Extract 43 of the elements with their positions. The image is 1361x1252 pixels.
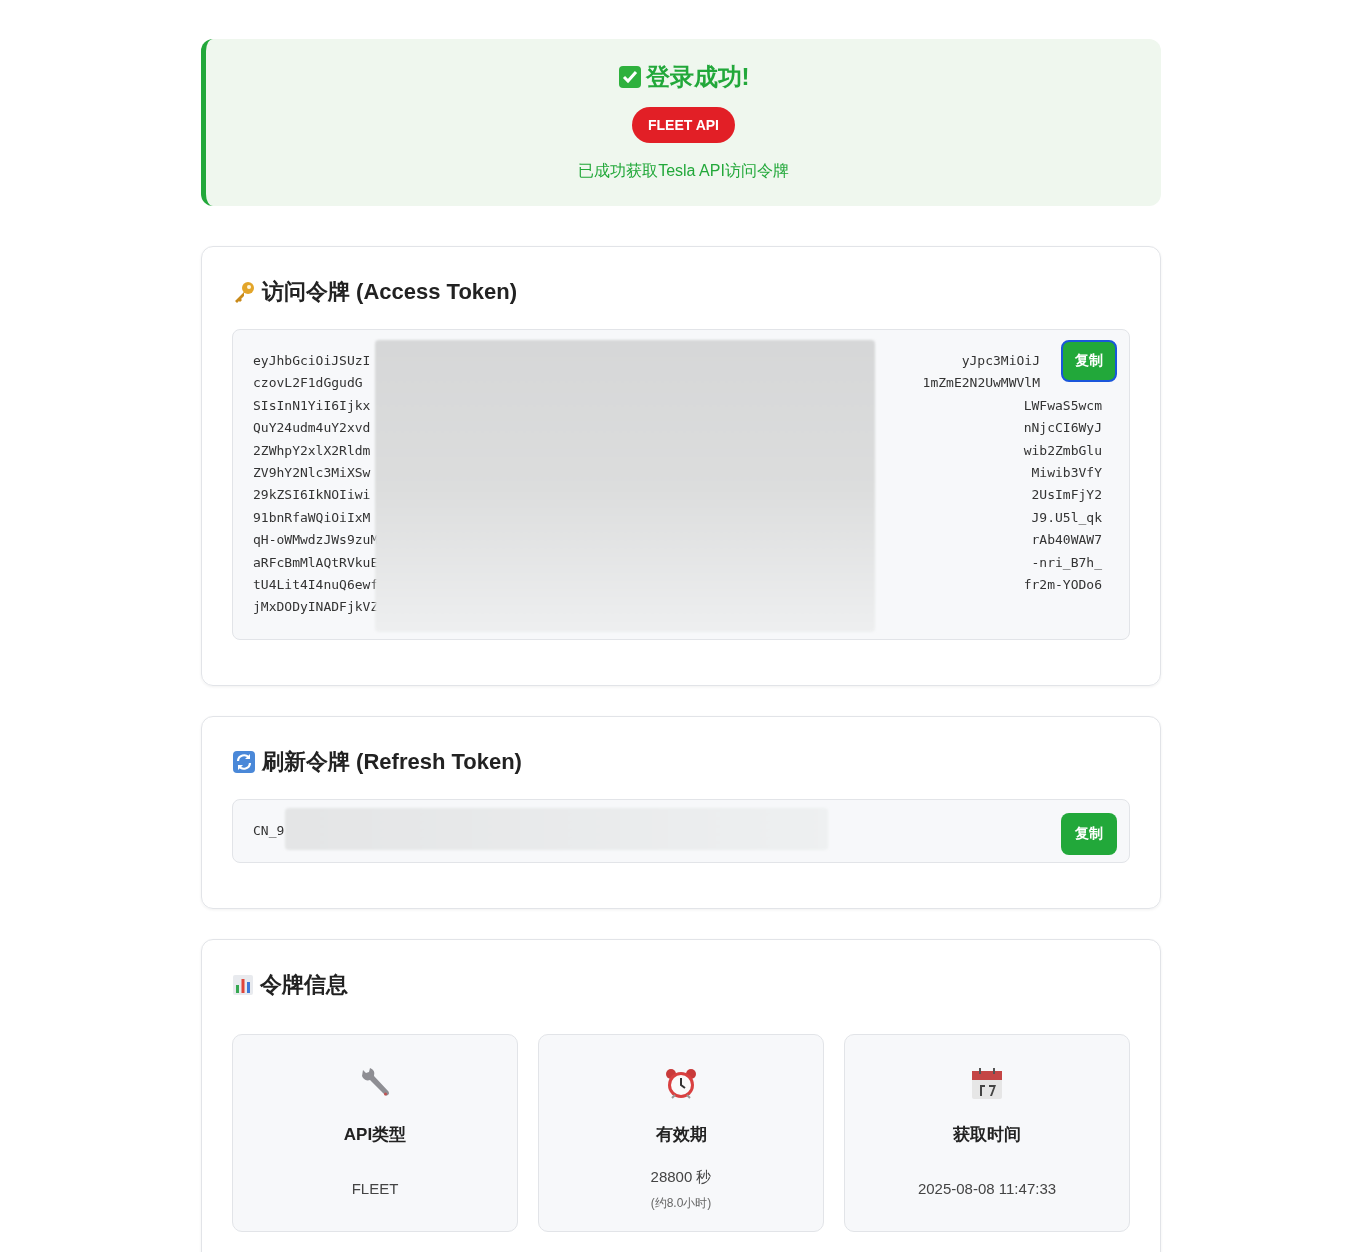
token-text: tU4Lit4I4nuQ6ewf	[253, 575, 379, 594]
refresh-icon	[232, 749, 256, 774]
token-text: ZV9hY2Nlc3MiXSw	[253, 463, 371, 482]
section-title: 令牌信息	[260, 971, 348, 1000]
token-text: yJpc3MiOiJ	[961, 352, 1040, 370]
info-value: 2025-08-08 11:47:33	[917, 1180, 1057, 1198]
check-icon	[617, 65, 642, 89]
token-text: -nri_B7h_	[1031, 553, 1102, 572]
info-label: 获取时间	[953, 1124, 1021, 1147]
token-text: SIsInN1YiI6Ijkx	[253, 396, 371, 415]
info-label: API类型	[343, 1124, 407, 1147]
token-text: 29kZSI6IkNOIiwi	[253, 486, 371, 505]
token-text: czovL2F1dGgudG	[253, 374, 363, 393]
token-text: J9.U5l_qk	[1031, 508, 1102, 527]
calendar-icon	[970, 1067, 1004, 1102]
token-text: aRFcBmMlAQtRVkuE	[253, 553, 379, 572]
token-text: wib2ZmbGlu	[1023, 441, 1102, 460]
token-text: rAb40WAW7	[1031, 531, 1102, 550]
api-badge: FLEET API	[631, 107, 735, 143]
token-text: Miwib3VfY	[1031, 463, 1102, 482]
token-text: 1mZmE2N2UwMWVlM	[922, 374, 1040, 393]
token-text: eyJhbGciOiJSUzI	[253, 352, 371, 370]
copy-button[interactable]: 复制	[1061, 812, 1117, 855]
token-text: qH-oWMwdzJWs9zuM	[253, 531, 379, 550]
token-text: 2ZWhpY2xlX2Rldm	[253, 441, 371, 460]
success-message: 已成功获取Tesla API访问令牌	[578, 161, 789, 181]
token-text: nNjcCI6WyJ	[1023, 419, 1102, 438]
token-text: 91bnRfaWQiOiIxM	[253, 508, 371, 527]
info-label: 有效期	[655, 1124, 707, 1147]
banner-title-text: 登录成功!	[645, 62, 750, 92]
copy-button[interactable]: 复制	[1061, 340, 1117, 382]
token-text: fr2m-YODo6	[1023, 575, 1102, 594]
token-text: 2UsImFjY2	[1031, 486, 1102, 505]
section-title: 刷新令牌 (Refresh Token)	[262, 747, 522, 776]
info-value: FLEET	[351, 1180, 399, 1198]
info-note: (约8.0小时)	[650, 1195, 712, 1213]
token-text: CN_9	[253, 821, 285, 840]
token-text: jMxDODyINADFjkVZ	[253, 598, 379, 617]
section-title: 访问令牌 (Access Token)	[262, 278, 518, 306]
token-text: QuY24udm4uY2xvd	[253, 419, 371, 438]
token-text: LWFwaS5wcm	[1023, 396, 1102, 415]
bar-chart-icon	[232, 974, 254, 997]
info-value: 28800 秒	[650, 1168, 712, 1188]
